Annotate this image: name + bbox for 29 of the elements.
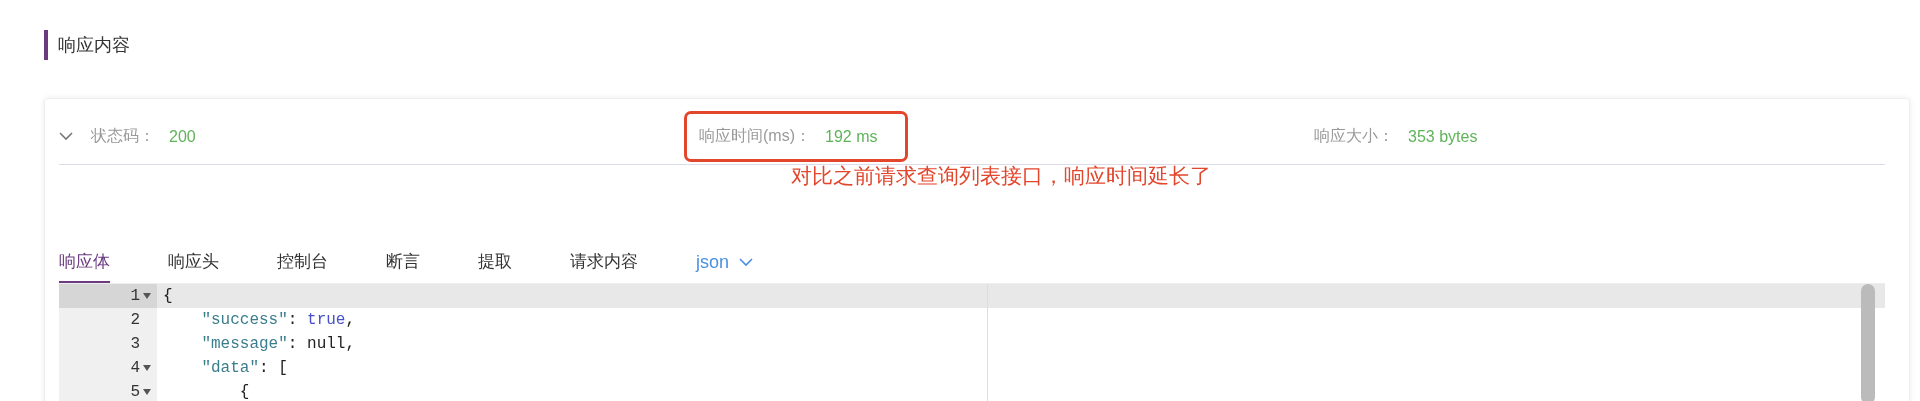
code-line: "data": [ (200, 359, 288, 377)
chevron-down-icon (739, 257, 754, 267)
summary-label: 响应大小： (1314, 126, 1394, 146)
tab[interactable]: 响应头 (168, 240, 219, 284)
line-number: 5 (59, 380, 157, 401)
scrollbar-thumb[interactable] (1861, 284, 1875, 401)
code-line: "success": true, (200, 311, 356, 329)
tab[interactable]: 控制台 (277, 240, 328, 284)
code-line: { (162, 287, 173, 305)
tab[interactable]: 请求内容 (570, 240, 638, 284)
summary-value: 353 bytes (1408, 127, 1478, 146)
code-line: { (238, 383, 250, 401)
code-line: "message": null, (200, 335, 356, 353)
fold-triangle-icon[interactable] (143, 389, 151, 395)
line-number: 3 (59, 332, 157, 356)
line-number: 1 (59, 284, 157, 308)
tab[interactable]: 提取 (478, 240, 512, 284)
annotation-text: 对比之前请求查询列表接口，响应时间延长了 (791, 163, 1212, 189)
section-title: 响应内容 (44, 30, 1910, 60)
tab[interactable]: 断言 (386, 240, 420, 284)
summary-value: 192 ms (825, 127, 878, 146)
line-number: 2 (59, 308, 157, 332)
summary-label: 状态码： (91, 126, 155, 146)
fold-triangle-icon[interactable] (143, 293, 151, 299)
summary-label: 响应时间(ms)： (699, 126, 811, 146)
chevron-down-icon[interactable] (59, 132, 73, 141)
summary-value: 200 (169, 127, 196, 146)
fold-triangle-icon[interactable] (143, 365, 151, 371)
line-number: 4 (59, 356, 157, 380)
